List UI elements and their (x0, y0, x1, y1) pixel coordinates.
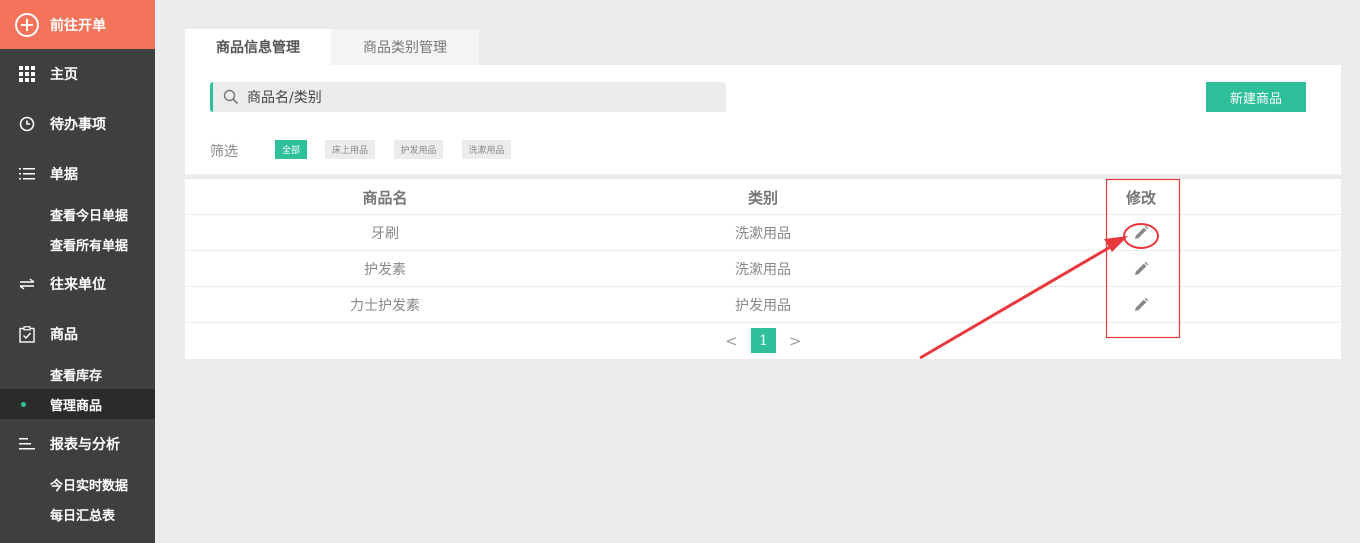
cell-name: 力士护发素 (350, 298, 420, 314)
clock-icon (18, 115, 36, 133)
prev-page-button[interactable]: < (725, 332, 738, 350)
cell-category: 护发用品 (735, 298, 791, 314)
sidebar-item-home[interactable]: 主页 (0, 49, 155, 99)
sidebar-subitem-daily-summary[interactable]: 每日汇总表 (0, 499, 155, 529)
sidebar-item-label: 商品 (50, 327, 78, 343)
sidebar-item-documents[interactable]: 单据 (0, 149, 155, 199)
sidebar: 前往开单 主页 待办事项 单据 查看今日单据 查看所有单据 往来单位 商品 查看… (0, 0, 155, 543)
sidebar-item-reports[interactable]: 报表与分析 (0, 419, 155, 469)
active-dot-icon (21, 402, 26, 407)
filter-chip-bedding[interactable]: 床上用品 (325, 140, 375, 159)
search-placeholder: 商品名/类别 (247, 90, 322, 106)
new-order-label: 前往开单 (50, 17, 106, 34)
sidebar-subitem-all-documents[interactable]: 查看所有单据 (0, 229, 155, 259)
table-row: 力士护发素 护发用品 (185, 287, 1341, 323)
sidebar-subitem-inventory[interactable]: 查看库存 (0, 359, 155, 389)
subitem-label: 查看库存 (50, 368, 103, 384)
header-edit: 修改 (1125, 188, 1156, 207)
grid-icon (18, 65, 36, 83)
table-header: 商品名 类别 修改 (185, 179, 1341, 215)
pencil-icon[interactable] (1133, 225, 1149, 241)
sidebar-item-label: 往来单位 (50, 277, 106, 293)
swap-arrows-icon (18, 275, 36, 293)
header-name: 商品名 (362, 188, 408, 207)
tab-bar: 商品信息管理 商品类别管理 (185, 29, 479, 65)
table-row: 护发素 洗漱用品 (185, 251, 1341, 287)
sidebar-item-goods[interactable]: 商品 (0, 309, 155, 359)
edit-cell (1041, 251, 1241, 287)
sidebar-item-label: 单据 (50, 167, 78, 183)
sidebar-item-label: 报表与分析 (50, 437, 120, 453)
sidebar-item-partners[interactable]: 往来单位 (0, 259, 155, 309)
next-page-button[interactable]: > (789, 332, 802, 350)
sidebar-item-label: 待办事项 (50, 117, 106, 133)
plus-icon (15, 12, 39, 37)
filter-chip-haircare[interactable]: 护发用品 (394, 140, 443, 159)
sidebar-item-todo[interactable]: 待办事项 (0, 99, 155, 149)
goods-table: 商品名 类别 修改 牙刷 洗漱用品 护发素 洗漱用品 力士护发素 护发用品 < … (185, 179, 1341, 359)
subitem-label: 管理商品 (50, 398, 103, 414)
sidebar-subitem-realtime-data[interactable]: 今日实时数据 (0, 469, 155, 499)
pencil-icon[interactable] (1133, 297, 1149, 313)
filter-chip-all[interactable]: 全部 (275, 140, 307, 159)
clipboard-check-icon (18, 325, 36, 343)
subitem-label: 查看所有单据 (50, 238, 129, 254)
page-number-button[interactable]: 1 (751, 328, 776, 353)
subitem-label: 查看今日单据 (50, 208, 129, 224)
cell-category: 洗漱用品 (735, 262, 791, 278)
tab-goods-category[interactable]: 商品类别管理 (331, 29, 479, 65)
list-icon (18, 165, 36, 183)
search-input[interactable]: 商品名/类别 (210, 82, 726, 112)
cell-category: 洗漱用品 (735, 226, 791, 242)
cell-name: 牙刷 (371, 226, 399, 242)
search-panel: 商品名/类别 新建商品 筛选 全部 床上用品 护发用品 洗漱用品 (185, 65, 1341, 174)
header-category: 类别 (747, 188, 778, 207)
search-icon (223, 89, 239, 105)
filter-chip-toiletries[interactable]: 洗漱用品 (462, 140, 511, 159)
new-goods-button[interactable]: 新建商品 (1206, 82, 1306, 112)
new-order-button[interactable]: 前往开单 (0, 0, 155, 49)
sidebar-subitem-manage-goods[interactable]: 管理商品 (0, 389, 155, 419)
pencil-icon[interactable] (1133, 261, 1149, 277)
bars-icon (18, 435, 36, 453)
cell-name: 护发素 (364, 262, 406, 278)
table-row: 牙刷 洗漱用品 (185, 215, 1341, 251)
subitem-label: 每日汇总表 (50, 508, 116, 524)
sidebar-item-label: 主页 (50, 67, 78, 83)
edit-cell (1041, 215, 1241, 251)
subitem-label: 今日实时数据 (50, 478, 129, 494)
sidebar-subitem-today-documents[interactable]: 查看今日单据 (0, 199, 155, 229)
filter-label: 筛选 (210, 144, 238, 160)
edit-cell (1041, 287, 1241, 323)
tab-goods-info[interactable]: 商品信息管理 (185, 29, 331, 65)
pagination: < 1 > (185, 324, 1341, 358)
